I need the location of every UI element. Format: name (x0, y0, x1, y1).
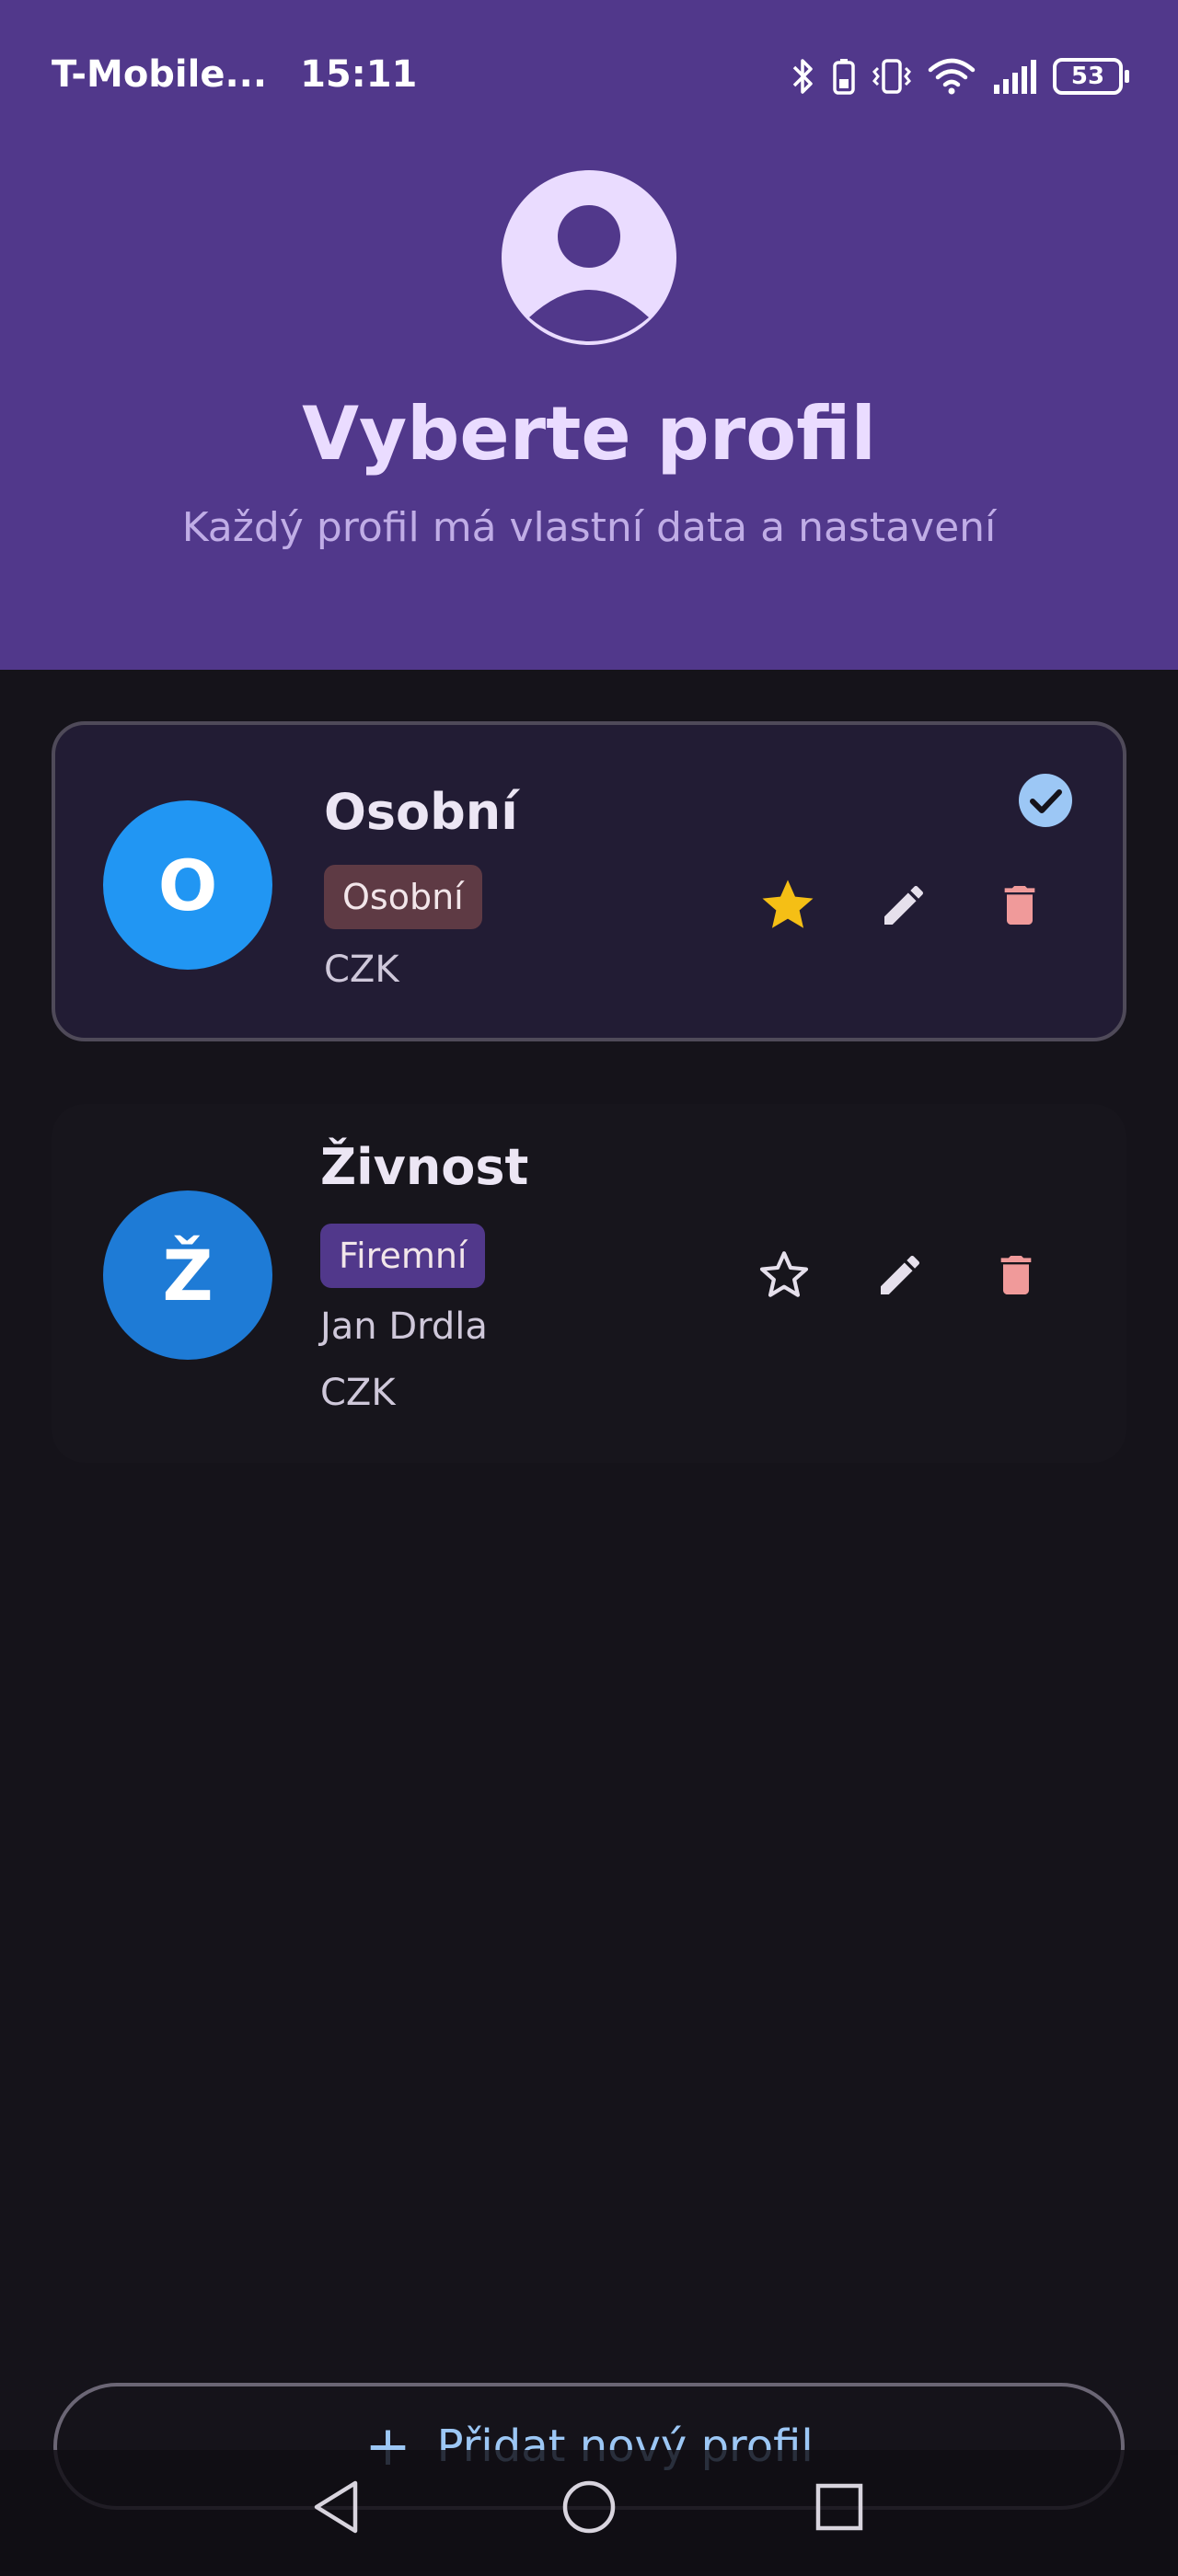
profile-currency: CZK (324, 949, 399, 991)
bluetooth-icon (791, 57, 815, 96)
wifi-icon (928, 57, 976, 96)
avatar: O (103, 800, 272, 970)
profile-name: Živnost (320, 1138, 529, 1196)
active-check-icon (1009, 764, 1082, 837)
battery-saver-icon (832, 57, 856, 96)
status-icons: 53 (791, 57, 1129, 96)
profile-name: Osobní (324, 783, 518, 841)
system-nav-bar (0, 2450, 1178, 2576)
back-icon[interactable] (300, 2470, 374, 2544)
battery-icon: 53 (1053, 58, 1129, 95)
profile-card-osobni[interactable]: O Osobní Osobní CZK (52, 721, 1126, 1041)
profile-card-zivnost[interactable]: Ž Živnost Firemní Jan Drdla CZK (52, 1104, 1126, 1463)
avatar: Ž (103, 1190, 272, 1360)
page-title: Vyberte profil (302, 391, 876, 477)
status-left: T-Mobile... 15:11 (52, 53, 417, 96)
profile-type-badge: Osobní (324, 865, 482, 929)
status-time: 15:11 (300, 53, 418, 96)
header: T-Mobile... 15:11 53 Vyberte profil Každ… (0, 0, 1178, 670)
vibrate-icon (872, 57, 911, 96)
page-subtitle: Každý profil má vlastní data a nastavení (181, 504, 997, 551)
carrier-name: T-Mobile... (52, 53, 268, 96)
account-circle-icon (502, 170, 676, 345)
home-icon[interactable] (552, 2470, 626, 2544)
profile-currency: CZK (320, 1372, 396, 1414)
status-bar: T-Mobile... 15:11 53 (0, 0, 1178, 156)
edit-icon[interactable] (867, 868, 941, 942)
delete-icon[interactable] (983, 868, 1057, 942)
favorite-star-icon[interactable] (751, 868, 825, 942)
favorite-star-outline-icon[interactable] (747, 1238, 821, 1312)
profile-type-badge: Firemní (320, 1224, 486, 1288)
recents-icon[interactable] (803, 2470, 876, 2544)
profile-owner: Jan Drdla (320, 1305, 488, 1348)
delete-icon[interactable] (979, 1238, 1053, 1312)
edit-icon[interactable] (863, 1238, 937, 1312)
signal-icon (992, 57, 1036, 96)
